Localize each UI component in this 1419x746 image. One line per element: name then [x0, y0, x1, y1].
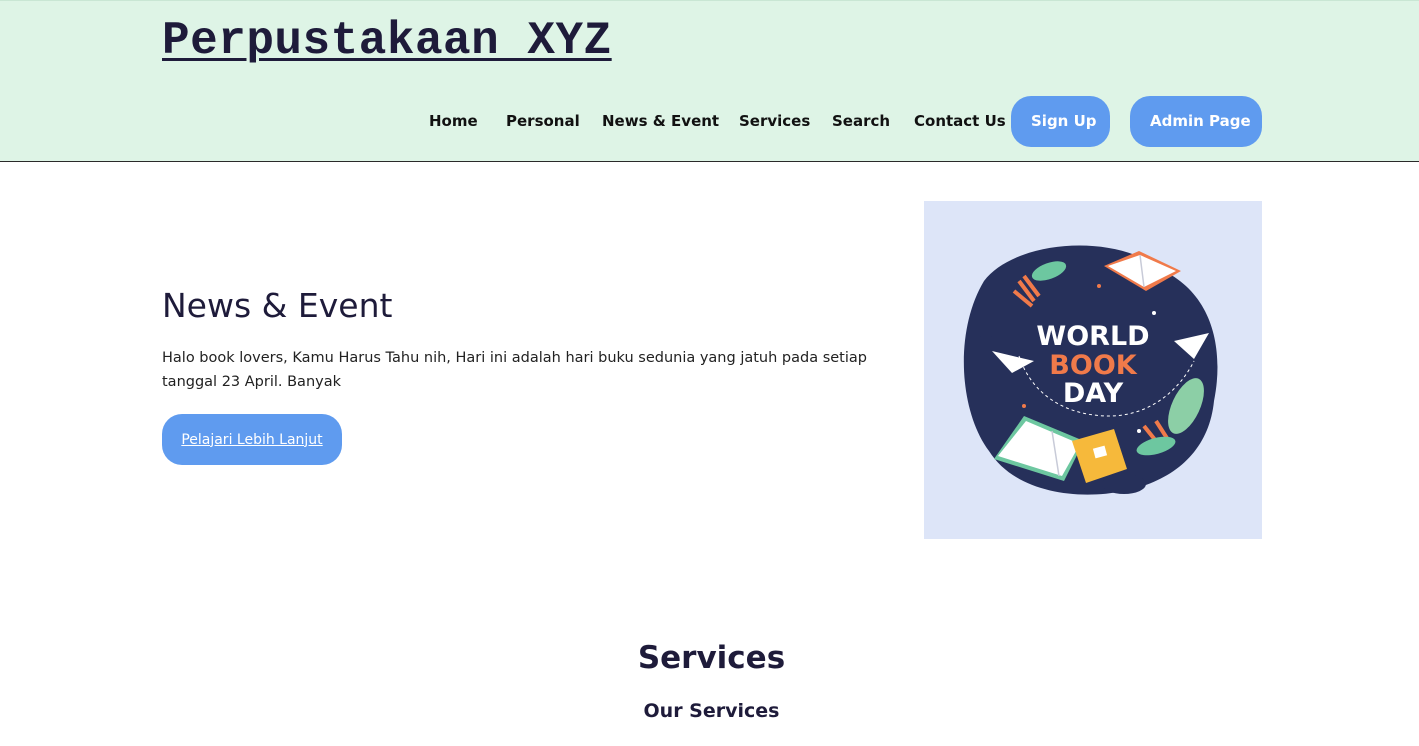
world-book-day-image: WORLD BOOK DAY	[924, 201, 1262, 539]
services-title: Services	[637, 640, 786, 676]
site-header: Perpustakaan XYZ Home Personal News & Ev…	[0, 0, 1419, 162]
learn-more-button[interactable]: Pelajari Lebih Lanjut	[162, 414, 342, 465]
services-subtitle: Our Services	[643, 700, 780, 722]
image-text-world: WORLD	[1036, 321, 1149, 352]
nav-search[interactable]: Search	[832, 96, 890, 147]
world-book-day-illustration: WORLD BOOK DAY	[963, 245, 1218, 495]
news-event-description: Halo book lovers, Kamu Harus Tahu nih, H…	[162, 350, 867, 390]
image-text-day: DAY	[1063, 378, 1124, 409]
nav-news-event[interactable]: News & Event	[602, 96, 719, 147]
nav-home[interactable]: Home	[429, 96, 478, 147]
news-event-title: News & Event	[162, 286, 393, 325]
nav-contact-us[interactable]: Contact Us	[914, 96, 1006, 147]
main-nav: Home Personal News & Event Services Sear…	[0, 96, 1419, 147]
site-title-link[interactable]: Perpustakaan XYZ	[162, 15, 612, 67]
image-text-book: BOOK	[1049, 350, 1137, 381]
nav-personal[interactable]: Personal	[506, 96, 580, 147]
admin-page-button[interactable]: Admin Page	[1130, 96, 1262, 147]
sign-up-button[interactable]: Sign Up	[1011, 96, 1110, 147]
nav-services[interactable]: Services	[739, 96, 810, 147]
